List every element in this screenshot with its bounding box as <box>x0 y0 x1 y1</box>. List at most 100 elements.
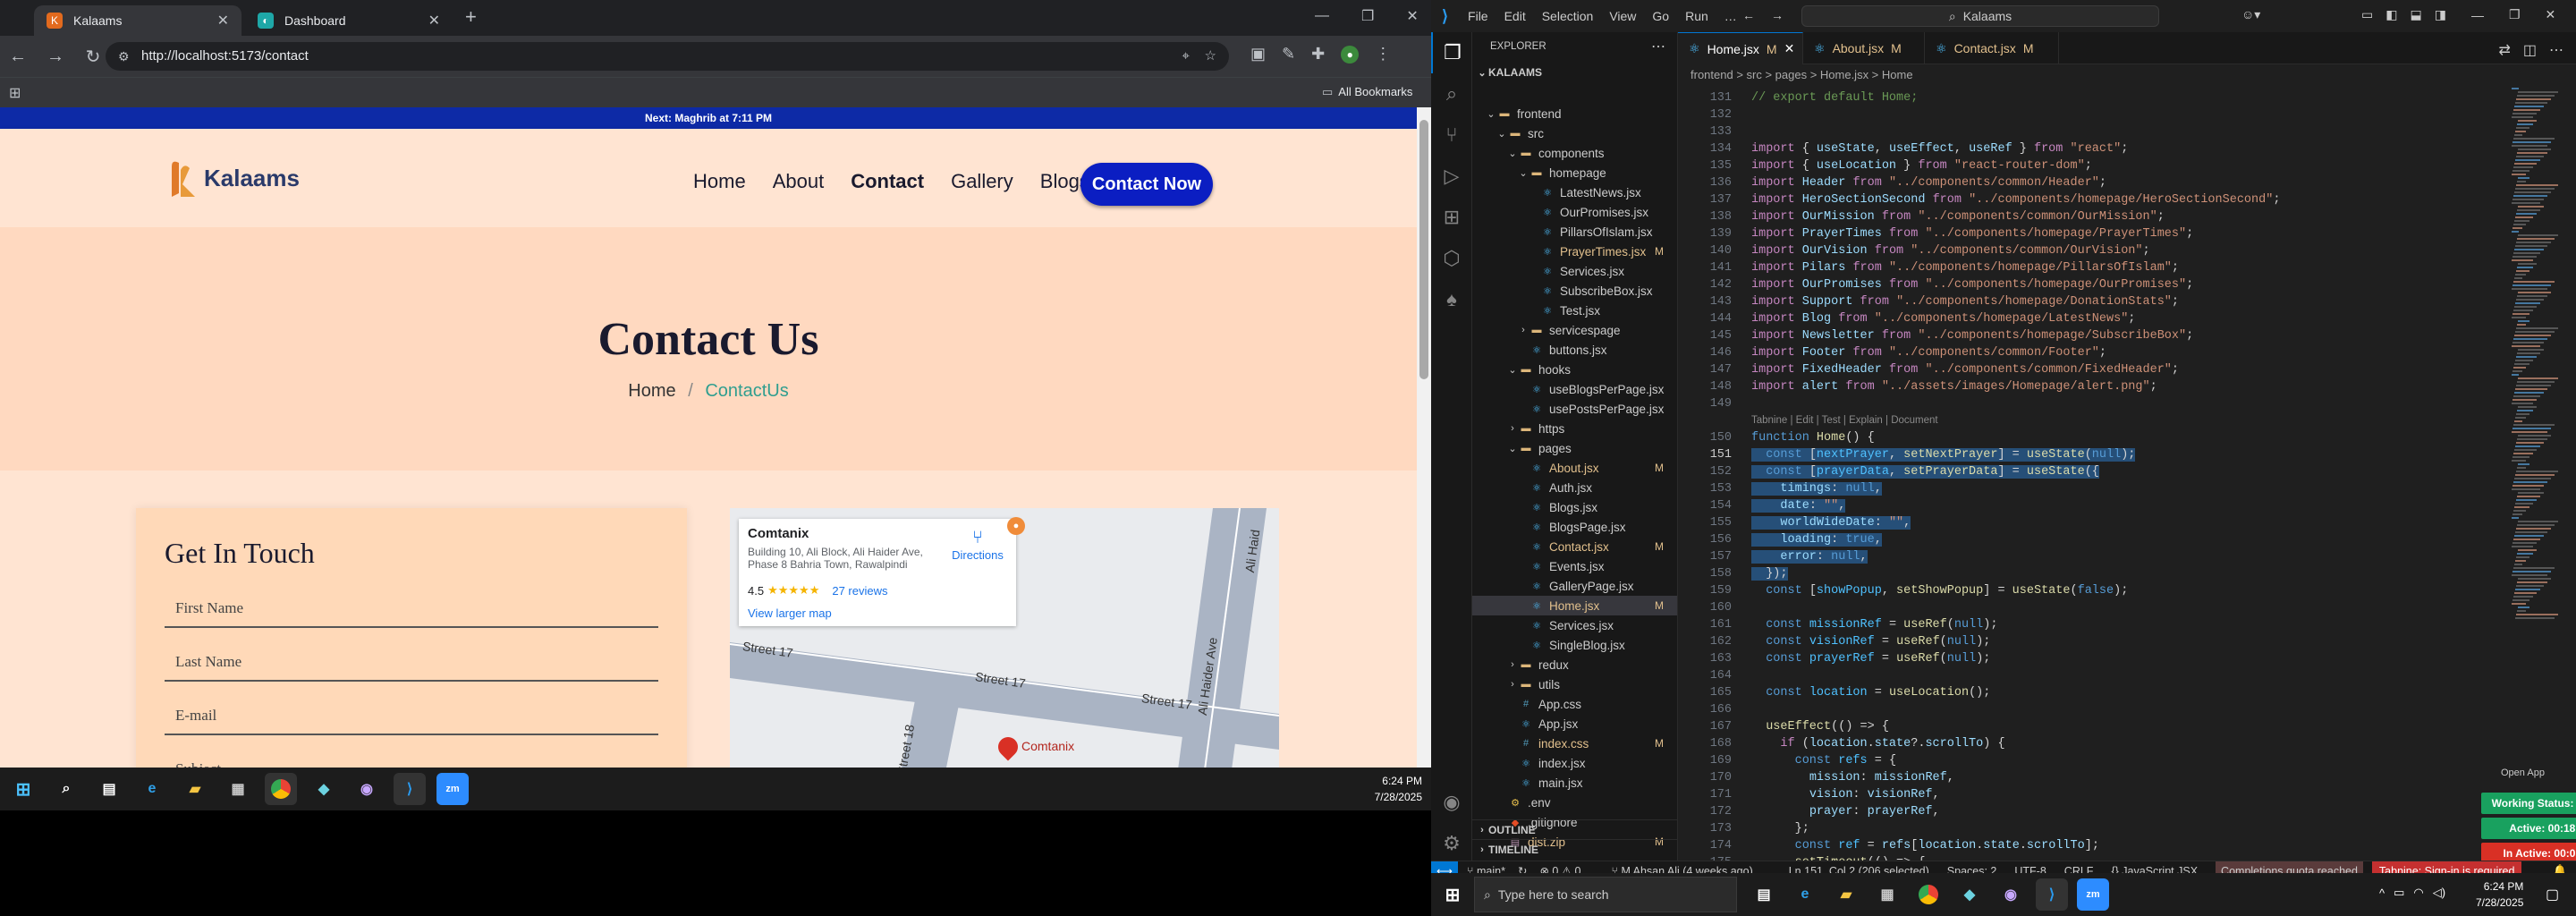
network-icon[interactable]: ▭ <box>2394 886 2404 900</box>
code-line[interactable]: 167 useEffect(() => { <box>1678 720 2576 737</box>
explorer-icon[interactable]: ❐ <box>1431 32 1472 73</box>
taskbar-search-box[interactable]: ⌕ Type here to search <box>1474 877 1737 912</box>
close-window-icon[interactable]: ✕ <box>2546 7 2556 22</box>
app-icon[interactable]: ◆ <box>308 773 340 805</box>
menu-view[interactable]: View <box>1609 9 1636 23</box>
explorer-file[interactable]: ⚛ App.jsx <box>1472 714 1677 734</box>
address-bar[interactable]: ⚙ http://localhost:5173/contact ⌖ ☆ <box>106 42 1229 71</box>
split-editor-icon[interactable]: ◫ <box>2523 41 2537 59</box>
explorer-file[interactable]: ⚛ Test.jsx <box>1472 301 1677 320</box>
menu-go[interactable]: Go <box>1652 9 1669 23</box>
settings-gear-icon[interactable]: ⚙ <box>1431 823 1472 864</box>
explorer-file[interactable]: ⚛ About.jsx M <box>1472 458 1677 478</box>
extension-icon[interactable]: ▣ <box>1250 45 1266 64</box>
code-line[interactable]: 132 <box>1678 108 2576 125</box>
code-line[interactable]: 157 error: null, <box>1678 550 2576 567</box>
tray-overflow-icon[interactable]: ^ <box>2379 886 2385 900</box>
workspace-root[interactable]: ⌄ KALAAMS <box>1472 63 1677 82</box>
code-line[interactable]: 166 <box>1678 703 2576 720</box>
zoom-icon[interactable]: zm <box>436 773 469 805</box>
explorer-folder[interactable]: › ▬ redux <box>1472 655 1677 674</box>
minimize-icon[interactable]: — <box>2471 8 2484 22</box>
code-line[interactable]: 170 mission: missionRef, <box>1678 771 2576 788</box>
remote-icon[interactable]: ⬡ <box>1431 238 1472 279</box>
code-line[interactable]: 143 import Support from "../components/ho… <box>1678 295 2576 312</box>
code-line[interactable]: 152 const [prayerData, setPrayerData] = … <box>1678 465 2576 482</box>
source-control-icon[interactable]: ⑂ <box>1431 114 1472 156</box>
explorer-folder[interactable]: › ▬ servicespage <box>1472 320 1677 340</box>
reload-icon[interactable]: ↻ <box>80 46 106 68</box>
more-actions-icon[interactable]: ⋯ <box>2549 41 2563 59</box>
code-line[interactable]: 158 }); <box>1678 567 2576 584</box>
code-line[interactable]: 160 <box>1678 601 2576 618</box>
copilot-icon[interactable]: ☺▾ <box>2241 7 2260 22</box>
breadcrumb[interactable]: frontend > src > pages > Home.jsx > Home <box>1678 64 2576 84</box>
code-line[interactable]: 140 import OurVision from "../components/… <box>1678 244 2576 261</box>
explorer-file[interactable]: ⚛ Contact.jsx M <box>1472 537 1677 556</box>
back-icon[interactable]: ← <box>5 47 30 67</box>
close-tab-icon[interactable]: ✕ <box>1784 41 1795 56</box>
nav-contact[interactable]: Contact <box>851 170 924 193</box>
explorer-folder[interactable]: › ▬ https <box>1472 419 1677 438</box>
code-line[interactable]: 145 import Newsletter from "../components… <box>1678 329 2576 346</box>
code-line[interactable]: 131 // export default Home; <box>1678 91 2576 108</box>
new-tab-icon[interactable]: + <box>465 5 477 29</box>
tab-dashboard[interactable]: ◐ Dashboard ✕ <box>245 5 453 36</box>
email-field[interactable]: E-mail <box>165 707 658 735</box>
code-line[interactable]: 155 worldWideDate: "", <box>1678 516 2576 533</box>
code-line[interactable]: 133 <box>1678 125 2576 142</box>
code-line[interactable]: 144 import Blog from "../components/homep… <box>1678 312 2576 329</box>
explorer-file[interactable]: ⚛ Auth.jsx <box>1472 478 1677 497</box>
edge-icon[interactable]: e <box>1789 878 1821 911</box>
windows-start-icon[interactable]: ⊞ <box>1436 878 1469 911</box>
open-app-link[interactable]: Open App <box>2501 768 2545 778</box>
code-line[interactable]: 141 import Pilars from "../components/hom… <box>1678 261 2576 278</box>
run-debug-icon[interactable]: ▷ <box>1431 156 1472 197</box>
code-line[interactable]: 168 if (location.state?.scrollTo) { <box>1678 737 2576 754</box>
code-line[interactable]: 161 const missionRef = useRef(null); <box>1678 618 2576 635</box>
chrome-icon[interactable] <box>265 773 297 805</box>
code-line[interactable]: 153 timings: null, <box>1678 482 2576 499</box>
code-line[interactable]: 156 loading: true, <box>1678 533 2576 550</box>
last-name-field[interactable]: Last Name <box>165 653 658 682</box>
explorer-file[interactable]: ⚛ PillarsOfIslam.jsx <box>1472 222 1677 242</box>
code-line[interactable]: 154 date: "", <box>1678 499 2576 516</box>
tab-contact-jsx[interactable]: ⚛ Contact.jsx M <box>1925 32 2059 64</box>
code-line[interactable]: 169 const refs = { <box>1678 754 2576 771</box>
menu-run[interactable]: Run <box>1685 9 1708 23</box>
close-tab-icon[interactable]: ✕ <box>428 12 440 30</box>
google-map-embed[interactable]: Street 17 Street 17 Street 17 Street 18 … <box>730 508 1279 768</box>
explorer-file[interactable]: ⚛ Services.jsx <box>1472 615 1677 635</box>
code-line[interactable]: Tabnine | Edit | Test | Explain | Docume… <box>1678 414 2576 431</box>
code-line[interactable]: 137 import HeroSectionSecond from "../com… <box>1678 193 2576 210</box>
profile-avatar[interactable]: ● <box>1341 45 1360 64</box>
explorer-folder[interactable]: ⌄ ▬ frontend <box>1472 104 1677 123</box>
timeline-section[interactable]: › TIMELINE <box>1472 839 1677 859</box>
toggle-sidebar-icon[interactable]: ◧ <box>2385 7 2397 22</box>
menu-edit[interactable]: Edit <box>1504 9 1526 23</box>
account-icon[interactable]: ◉ <box>1431 782 1472 823</box>
code-line[interactable]: 162 const visionRef = useRef(null); <box>1678 635 2576 652</box>
explorer-file[interactable]: ⚛ buttons.jsx <box>1472 340 1677 360</box>
file-explorer-icon[interactable]: ▰ <box>179 773 211 805</box>
code-line[interactable]: 163 const prayerRef = useRef(null); <box>1678 652 2576 669</box>
minimap[interactable] <box>2510 84 2563 621</box>
outline-section[interactable]: › OUTLINE <box>1472 819 1677 839</box>
search-icon[interactable]: ⌕ <box>1431 73 1472 114</box>
code-line[interactable]: 171 vision: visionRef, <box>1678 788 2576 805</box>
explorer-file[interactable]: # index.css M <box>1472 734 1677 753</box>
explorer-file[interactable]: ⚛ Home.jsx M <box>1472 596 1677 615</box>
code-line[interactable]: 164 <box>1678 669 2576 686</box>
subject-field[interactable]: Subject <box>165 760 658 768</box>
menu-more[interactable]: … <box>1724 9 1737 23</box>
explorer-file[interactable]: ⚛ PrayerTimes.jsx M <box>1472 242 1677 261</box>
extensions-puzzle-icon[interactable]: ✚ <box>1311 45 1325 64</box>
explorer-file[interactable]: ⚛ BlogsPage.jsx <box>1472 517 1677 537</box>
code-line[interactable]: 134 import { useState, useEffect, useRef … <box>1678 142 2576 159</box>
site-info-icon[interactable]: ⚙ <box>118 42 130 71</box>
github-desktop-icon[interactable]: ◉ <box>351 773 383 805</box>
code-line[interactable]: 149 <box>1678 397 2576 414</box>
minimize-icon[interactable]: — <box>1315 8 1329 24</box>
code-editor[interactable]: 131 // export default Home; 132 133 134 impor… <box>1678 84 2576 868</box>
explorer-folder[interactable]: ⌄ ▬ pages <box>1472 438 1677 458</box>
